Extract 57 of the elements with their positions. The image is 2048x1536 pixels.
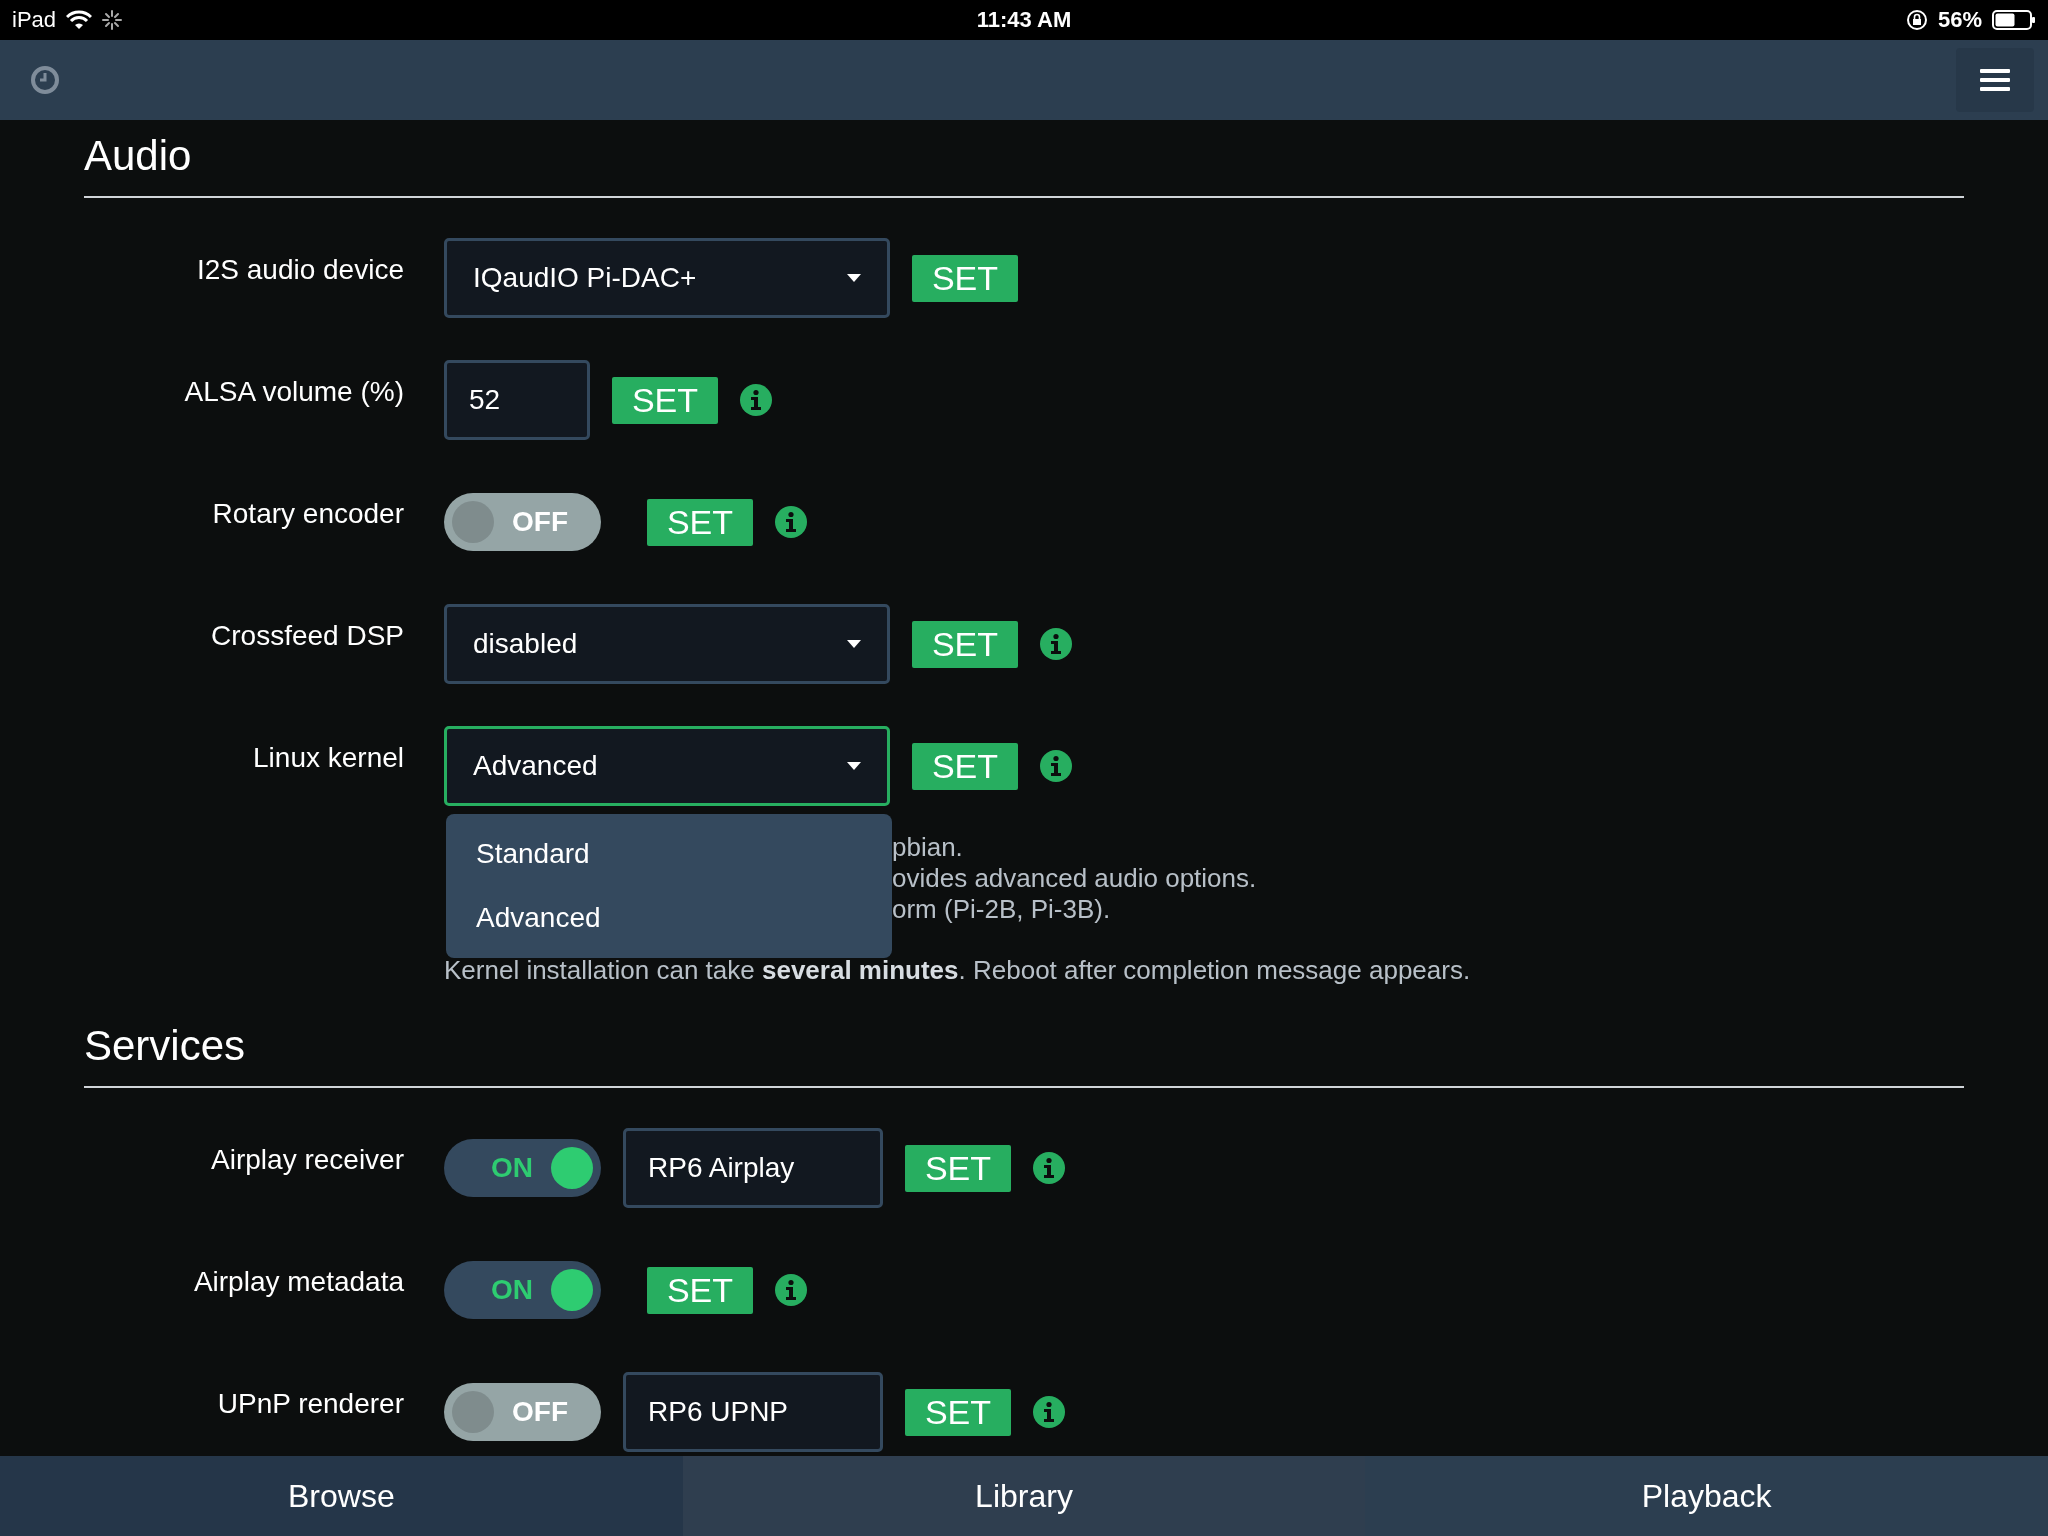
setting-label: UPnP renderer <box>216 1387 404 1421</box>
menu-button[interactable] <box>1956 48 2034 112</box>
set-button[interactable]: SET <box>612 376 718 424</box>
set-button[interactable]: SET <box>647 1266 753 1314</box>
setting-label: I2S audio device <box>195 253 404 287</box>
info-icon[interactable] <box>740 384 772 416</box>
section-heading: Services <box>84 1022 247 1070</box>
setting-label: Rotary encoder <box>211 497 404 531</box>
setting-label: Airplay metadata <box>192 1265 404 1299</box>
battery-icon <box>1992 10 2036 30</box>
spinner-icon <box>102 10 123 30</box>
toggle-switch[interactable]: ON <box>444 1139 601 1197</box>
name-input[interactable]: RP6 UPNP <box>623 1372 883 1452</box>
set-button[interactable]: SET <box>905 1144 1011 1192</box>
help-text: orm (Pi-2B, Pi-3B). <box>892 894 1112 925</box>
volume-input[interactable]: 52 <box>444 360 590 440</box>
caret-icon <box>847 274 861 282</box>
setting-label: Crossfeed DSP <box>210 619 404 653</box>
caret-icon <box>847 640 861 648</box>
set-button[interactable]: SET <box>912 620 1018 668</box>
info-icon[interactable] <box>1033 1152 1065 1184</box>
help-text: Kernel installation can take several minutes. Reboot after completion message appears. <box>444 955 1471 986</box>
info-icon[interactable] <box>775 1274 807 1306</box>
help-text: pbian. <box>892 832 964 863</box>
section-heading: Audio <box>84 132 193 180</box>
dropdown-option[interactable]: Advanced <box>476 904 862 932</box>
set-button[interactable]: SET <box>912 742 1018 790</box>
info-icon[interactable] <box>1040 628 1072 660</box>
setting-label: ALSA volume (%) <box>183 375 404 409</box>
nav-tab[interactable]: Playback <box>1365 1456 2048 1536</box>
caret-icon <box>847 762 861 770</box>
set-button[interactable]: SET <box>912 254 1018 302</box>
menu-icon <box>1980 68 2010 92</box>
clock-icon[interactable] <box>30 65 60 95</box>
dropdown-select[interactable]: Advanced <box>444 726 890 806</box>
toggle-switch[interactable]: ON <box>444 1261 601 1319</box>
name-input[interactable]: RP6 Airplay <box>623 1128 883 1208</box>
nav-tab[interactable]: Library <box>682 1456 1366 1536</box>
rotation-lock-icon <box>1905 9 1928 31</box>
dropdown-select[interactable]: disabled <box>444 604 890 684</box>
toggle-switch[interactable]: OFF <box>444 1383 601 1441</box>
toggle-switch[interactable]: OFF <box>444 493 601 551</box>
dropdown-option[interactable]: Standard <box>476 840 862 868</box>
info-icon[interactable] <box>1040 750 1072 782</box>
device-name: iPad <box>12 7 57 33</box>
battery-percent: 56% <box>1937 7 1982 33</box>
set-button[interactable]: SET <box>647 498 753 546</box>
set-button[interactable]: SET <box>905 1388 1011 1436</box>
info-icon[interactable] <box>1033 1396 1065 1428</box>
clock-time: 11:43 AM <box>976 7 1072 33</box>
dropdown-select[interactable]: IQaudIO Pi-DAC+ <box>444 238 890 318</box>
info-icon[interactable] <box>775 506 807 538</box>
nav-tab[interactable]: Browse <box>0 1456 683 1536</box>
setting-label: Airplay receiver <box>210 1143 404 1177</box>
wifi-icon <box>66 10 93 30</box>
setting-label: Linux kernel <box>252 741 404 775</box>
help-text: ovides advanced audio options. <box>892 863 1258 894</box>
